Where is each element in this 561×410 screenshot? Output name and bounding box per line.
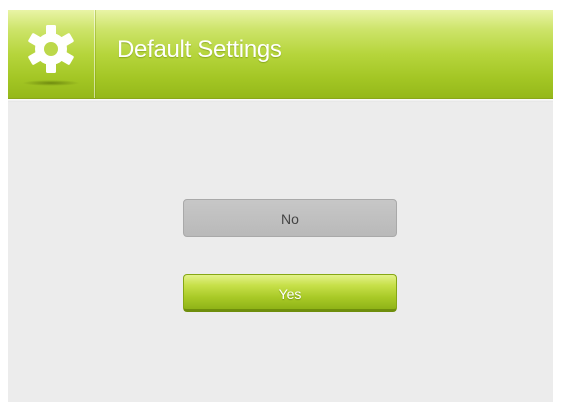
yes-button[interactable]: Yes: [183, 274, 397, 312]
settings-screen: Default Settings No Yes: [8, 10, 553, 402]
gear-icon: [28, 25, 74, 73]
page-title: Default Settings: [117, 36, 282, 63]
header-bar: Default Settings: [8, 10, 553, 99]
no-button[interactable]: No: [183, 199, 397, 237]
header-icon-cell: [8, 10, 95, 98]
header-divider: [8, 99, 553, 102]
icon-shadow: [22, 80, 80, 86]
